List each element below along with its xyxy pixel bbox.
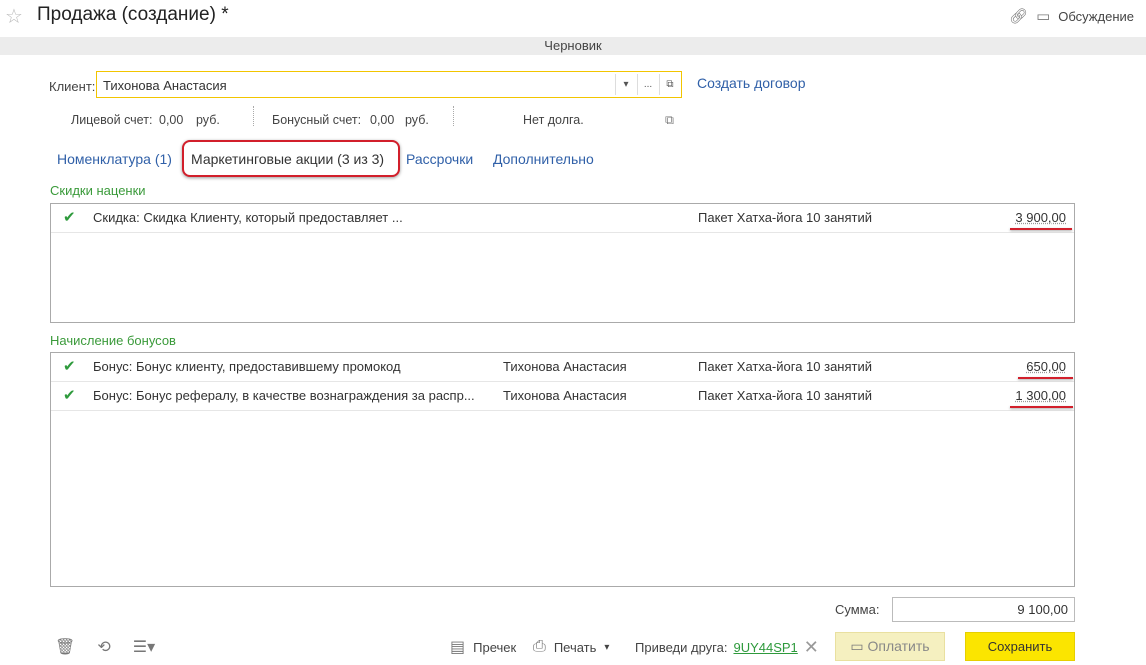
discount-product: Пакет Хатха-йога 10 занятий xyxy=(698,210,873,225)
tab-marketing-label: Маркетинговые акции (3 из 3) xyxy=(191,151,385,167)
bonus-account-value: 0,00 xyxy=(370,113,395,127)
personal-account-label: Лицевой счет: xyxy=(71,113,153,127)
bonus-account-currency: руб. xyxy=(405,113,429,127)
save-button[interactable]: Сохранить xyxy=(965,632,1075,661)
dropdown-button[interactable]: ▾ xyxy=(615,74,636,95)
discounts-title: Скидки наценки xyxy=(50,183,146,198)
pay-label: Оплатить xyxy=(867,638,930,654)
print-button[interactable]: Печать xyxy=(554,640,597,655)
refer-friend-label: Приведи друга: xyxy=(635,639,728,655)
tab-installments[interactable]: Рассрочки xyxy=(406,151,473,167)
chevron-down-icon[interactable]: ▾ xyxy=(604,642,609,653)
bonus-description: Бонус: Бонус клиенту, предоставившему пр… xyxy=(93,359,401,374)
table-row[interactable]: ✔ Бонус: Бонус рефералу, в качестве возн… xyxy=(51,382,1074,411)
close-icon[interactable]: ✕ xyxy=(804,637,819,658)
bonus-description: Бонус: Бонус рефералу, в качестве вознаг… xyxy=(93,388,475,403)
total-label: Сумма: xyxy=(835,602,880,617)
page-title: Продажа (создание) * xyxy=(37,4,229,25)
link-icon[interactable]: 🔗︎ xyxy=(1009,7,1028,25)
client-value: Тихонова Анастасия xyxy=(103,78,227,93)
trash-icon[interactable]: 🗑︎ xyxy=(55,637,75,657)
bonuses-title: Начисление бонусов xyxy=(50,333,176,348)
highlight-underline xyxy=(1010,406,1073,408)
bonus-amount: 650,00 xyxy=(1026,359,1066,374)
star-icon[interactable]: ☆ xyxy=(5,4,23,29)
discount-description: Скидка: Скидка Клиенту, который предоста… xyxy=(93,210,403,225)
discount-amount: 3 900,00 xyxy=(1015,210,1066,225)
personal-account-value: 0,00 xyxy=(159,113,184,127)
table-row[interactable]: ✔ Скидка: Скидка Клиенту, который предос… xyxy=(51,204,1074,233)
menu-icon[interactable]: ☰▾ xyxy=(133,637,155,657)
client-field[interactable]: Тихонова Анастасия ▾ ... ⧉ xyxy=(96,71,682,98)
divider xyxy=(253,106,254,126)
check-icon[interactable]: ✔ xyxy=(63,386,76,404)
check-icon[interactable]: ✔ xyxy=(63,357,76,375)
pay-button[interactable]: ▭ Оплатить xyxy=(835,632,945,661)
printer-icon[interactable]: ⎙ xyxy=(533,638,546,656)
bonus-client: Тихонова Анастасия xyxy=(503,359,627,374)
discussion-icon[interactable]: ▭ xyxy=(1036,7,1050,25)
personal-account-currency: руб. xyxy=(196,113,220,127)
discussion-button[interactable]: Обсуждение xyxy=(1058,9,1134,24)
bonus-client: Тихонова Анастасия xyxy=(503,388,627,403)
highlight-underline xyxy=(1010,228,1072,230)
debt-status: Нет долга. xyxy=(523,113,584,127)
highlight-underline xyxy=(1018,377,1073,379)
tab-nomenclature[interactable]: Номенклатура (1) xyxy=(57,151,172,167)
bonuses-table[interactable]: ✔ Бонус: Бонус клиенту, предоставившему … xyxy=(50,352,1075,587)
bonus-account-label: Бонусный счет: xyxy=(272,113,362,127)
status-bar: Черновик xyxy=(0,37,1146,55)
open-icon[interactable]: ⧉ xyxy=(659,74,680,95)
tab-additional[interactable]: Дополнительно xyxy=(493,151,594,167)
divider xyxy=(453,106,454,126)
tab-marketing[interactable]: Маркетинговые акции (3 из 3) xyxy=(182,140,400,177)
card-icon: ▭ xyxy=(850,638,864,654)
bonus-product: Пакет Хатха-йога 10 занятий xyxy=(698,388,873,403)
create-contract-link[interactable]: Создать договор xyxy=(697,75,806,91)
receipt-button[interactable]: Пречек xyxy=(473,640,516,655)
promo-code-link[interactable]: 9UY44SP1 xyxy=(733,640,797,655)
table-row[interactable]: ✔ Бонус: Бонус клиенту, предоставившему … xyxy=(51,353,1074,382)
select-button[interactable]: ... xyxy=(637,74,658,95)
total-field: 9 100,00 xyxy=(892,597,1075,622)
history-icon[interactable]: ⟲ xyxy=(97,637,110,657)
open-icon[interactable]: ⧉ xyxy=(665,113,674,128)
discounts-table[interactable]: ✔ Скидка: Скидка Клиенту, который предос… xyxy=(50,203,1075,323)
client-label: Клиент: xyxy=(49,79,96,94)
bonus-product: Пакет Хатха-йога 10 занятий xyxy=(698,359,873,374)
bonus-amount: 1 300,00 xyxy=(1015,388,1066,403)
receipt-icon[interactable]: ▤ xyxy=(450,637,465,657)
check-icon[interactable]: ✔ xyxy=(63,208,76,226)
